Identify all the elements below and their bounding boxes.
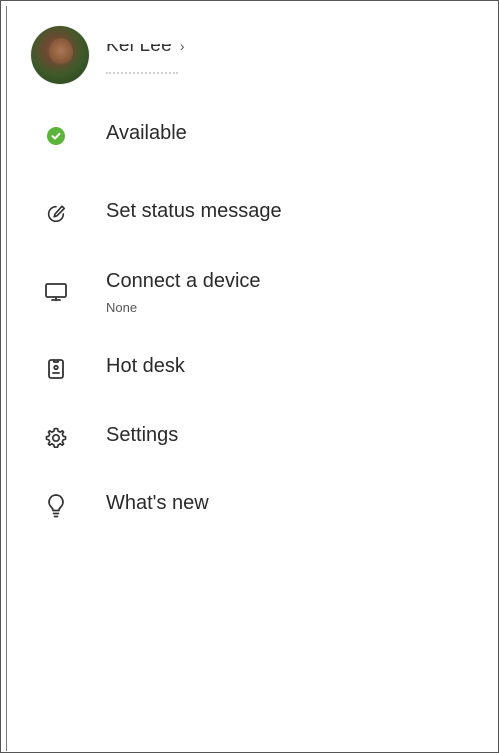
pencil-circle-icon — [44, 202, 68, 226]
menu-item-whats-new-label: What's new — [106, 492, 209, 514]
lightbulb-icon — [44, 494, 68, 518]
badge-icon — [44, 357, 68, 381]
menu-item-settings[interactable]: Settings — [8, 410, 497, 466]
side-drawer: Kei Lee › Available Set status message C… — [8, 8, 497, 751]
profile-name-text: Kei Lee — [106, 35, 172, 56]
menu-item-whats-new[interactable]: What's new — [8, 478, 497, 534]
profile-subtitle-placeholder — [106, 72, 178, 76]
menu-item-connect-device-label: Connect a device — [106, 270, 261, 292]
menu-item-connect-device[interactable]: Connect a device None — [8, 264, 497, 320]
menu-item-status-label: Available — [106, 122, 187, 144]
menu-item-set-status-label: Set status message — [106, 200, 282, 222]
menu-item-hot-desk[interactable]: Hot desk — [8, 341, 497, 397]
menu-item-connect-device-sub: None — [106, 300, 138, 315]
menu-item-hot-desk-label: Hot desk — [106, 355, 185, 377]
chevron-right-icon: › — [179, 38, 185, 54]
avatar[interactable] — [31, 26, 89, 84]
check-circle-icon — [44, 124, 68, 148]
menu-item-status[interactable]: Available — [8, 108, 497, 164]
gear-icon — [44, 426, 68, 450]
menu-item-settings-label: Settings — [106, 424, 179, 446]
monitor-icon — [44, 280, 68, 304]
menu-item-set-status-message[interactable]: Set status message — [8, 186, 497, 242]
frame-divider — [6, 6, 7, 751]
profile-header[interactable]: Kei Lee › — [8, 8, 497, 108]
profile-name[interactable]: Kei Lee › — [106, 35, 185, 57]
